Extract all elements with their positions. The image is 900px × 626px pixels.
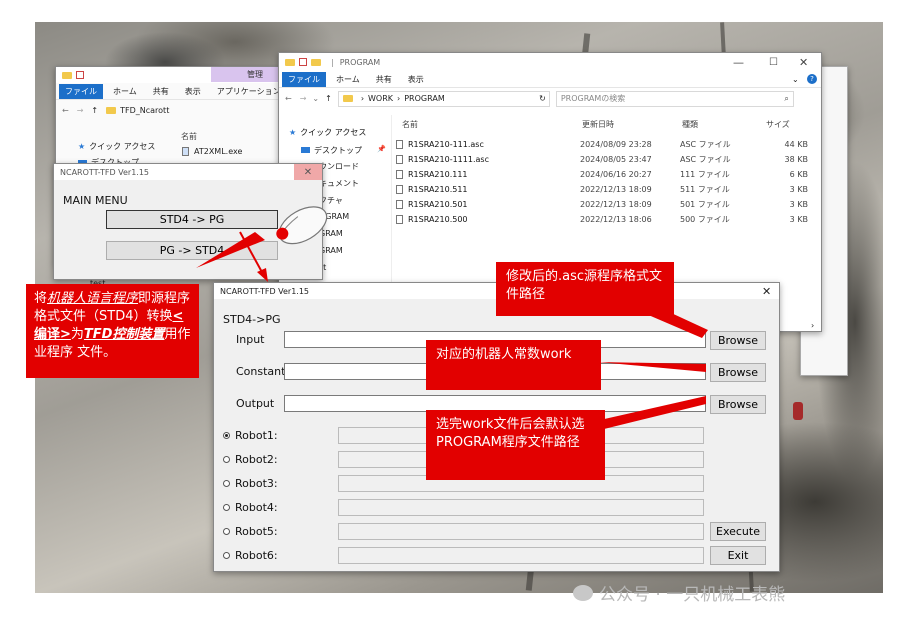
- callout-emph: 机器人语言程序: [47, 291, 139, 306]
- callout-emph: TFD控制装置: [83, 327, 165, 342]
- top-callout: 修改后的.asc源程序格式文件路径: [496, 262, 674, 316]
- wechat-icon: [573, 584, 593, 601]
- arrow-low-callout: [600, 396, 706, 430]
- arrow-mid-callout: [598, 362, 706, 372]
- low-callout: 选完work文件后会默认选PROGRAM程序文件路径: [426, 410, 605, 480]
- left-callout: 将机器人语言程序即源程序格式文件（STD4）转换<编译>为TFD控制装置用作业程…: [26, 284, 199, 378]
- arrow-head: [257, 268, 268, 282]
- watermark: 公众号 · 一只机械工表熊: [573, 580, 785, 605]
- mid-callout: 对应的机器人常数work: [426, 340, 601, 390]
- arrow-left-callout: [196, 232, 265, 268]
